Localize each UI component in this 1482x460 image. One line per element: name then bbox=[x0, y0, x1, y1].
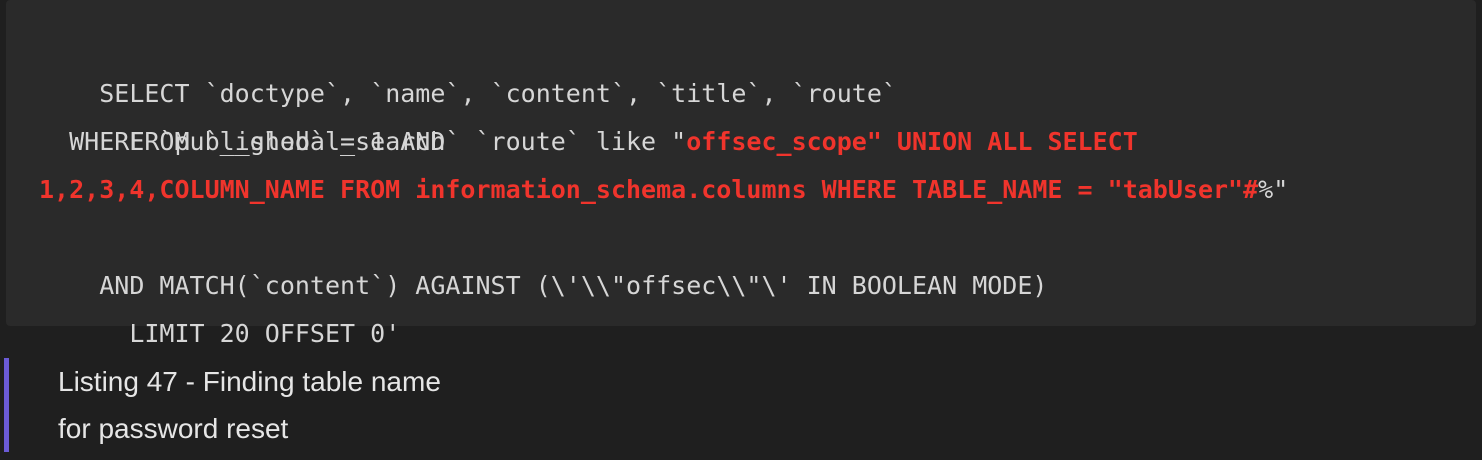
code-line-3: WHERE `published` = 1 AND `route` like "… bbox=[39, 118, 1476, 166]
code-text: AND MATCH(`content`) AGAINST (\'\\"offse… bbox=[99, 271, 1048, 300]
injected-payload-text: 1,2,3,4,COLUMN_NAME FROM information_sch… bbox=[39, 175, 1259, 204]
caption-line-2: for password reset bbox=[58, 413, 289, 444]
code-text: WHERE `published` = 1 AND `route` like " bbox=[39, 127, 687, 156]
code-text: %" bbox=[1258, 175, 1289, 204]
code-line-4: 1,2,3,4,COLUMN_NAME FROM information_sch… bbox=[39, 166, 1476, 214]
code-line-5: AND MATCH(`content`) AGAINST (\'\\"offse… bbox=[39, 214, 1476, 300]
caption-line-1: Listing 47 - Finding table name bbox=[58, 366, 441, 397]
injected-payload-text: offsec_scope" UNION ALL SELECT bbox=[686, 127, 1138, 156]
listing-caption: Listing 47 - Finding table name for pass… bbox=[4, 358, 604, 452]
code-text: LIMIT 20 OFFSET 0' bbox=[99, 319, 401, 348]
code-block: SELECT `doctype`, `name`, `content`, `ti… bbox=[6, 0, 1476, 348]
code-text: SELECT `doctype`, `name`, `content`, `ti… bbox=[99, 79, 897, 108]
code-line-1: SELECT `doctype`, `name`, `content`, `ti… bbox=[39, 22, 1476, 108]
